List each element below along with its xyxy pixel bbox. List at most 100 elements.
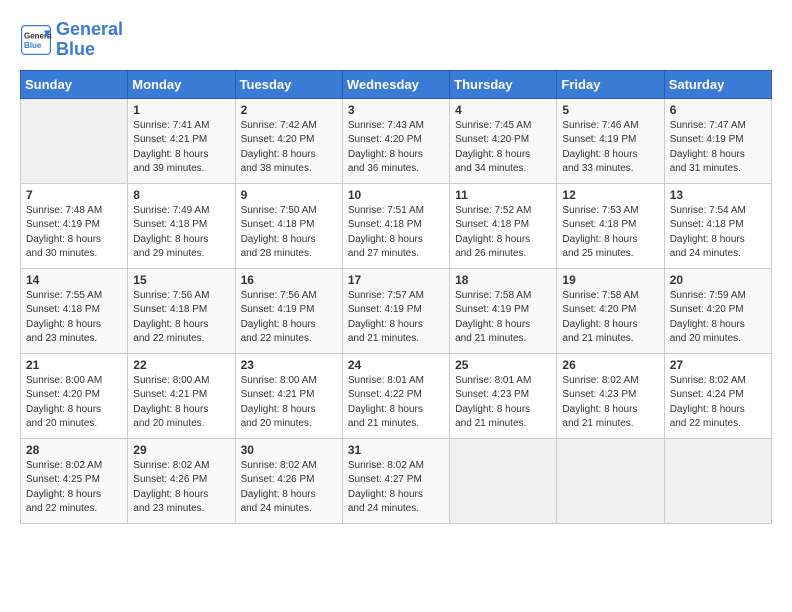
- day-info: Sunrise: 7:48 AMSunset: 4:19 PMDaylight:…: [26, 204, 122, 262]
- day-number: 21: [26, 358, 122, 372]
- calendar-cell: 16 Sunrise: 7:56 AMSunset: 4:19 PMDayligh…: [235, 268, 342, 353]
- logo-icon: General Blue: [20, 24, 52, 56]
- day-number: 28: [26, 443, 122, 457]
- calendar-cell: 30 Sunrise: 8:02 AMSunset: 4:26 PMDayligh…: [235, 438, 342, 523]
- calendar-cell: 20 Sunrise: 7:59 AMSunset: 4:20 PMDayligh…: [664, 268, 771, 353]
- day-header-monday: Monday: [128, 70, 235, 98]
- calendar-cell: 27 Sunrise: 8:02 AMSunset: 4:24 PMDayligh…: [664, 353, 771, 438]
- calendar-cell: 9 Sunrise: 7:50 AMSunset: 4:18 PMDaylight…: [235, 183, 342, 268]
- day-header-thursday: Thursday: [450, 70, 557, 98]
- calendar-cell: 11 Sunrise: 7:52 AMSunset: 4:18 PMDayligh…: [450, 183, 557, 268]
- day-info: Sunrise: 8:01 AMSunset: 4:22 PMDaylight:…: [348, 374, 444, 432]
- logo: General Blue GeneralBlue: [20, 20, 123, 60]
- day-info: Sunrise: 7:59 AMSunset: 4:20 PMDaylight:…: [670, 289, 766, 347]
- day-info: Sunrise: 8:00 AMSunset: 4:21 PMDaylight:…: [241, 374, 337, 432]
- day-number: 30: [241, 443, 337, 457]
- day-info: Sunrise: 8:02 AMSunset: 4:26 PMDaylight:…: [133, 459, 229, 517]
- day-info: Sunrise: 7:51 AMSunset: 4:18 PMDaylight:…: [348, 204, 444, 262]
- day-info: Sunrise: 8:01 AMSunset: 4:23 PMDaylight:…: [455, 374, 551, 432]
- day-number: 19: [562, 273, 658, 287]
- calendar-cell: [557, 438, 664, 523]
- day-number: 2: [241, 103, 337, 117]
- day-info: Sunrise: 7:47 AMSunset: 4:19 PMDaylight:…: [670, 119, 766, 177]
- day-number: 31: [348, 443, 444, 457]
- day-number: 26: [562, 358, 658, 372]
- calendar-cell: 24 Sunrise: 8:01 AMSunset: 4:22 PMDayligh…: [342, 353, 449, 438]
- svg-text:Blue: Blue: [24, 41, 42, 50]
- day-number: 6: [670, 103, 766, 117]
- day-info: Sunrise: 7:58 AMSunset: 4:19 PMDaylight:…: [455, 289, 551, 347]
- day-number: 20: [670, 273, 766, 287]
- day-number: 11: [455, 188, 551, 202]
- day-info: Sunrise: 7:56 AMSunset: 4:18 PMDaylight:…: [133, 289, 229, 347]
- day-info: Sunrise: 7:49 AMSunset: 4:18 PMDaylight:…: [133, 204, 229, 262]
- calendar-cell: 31 Sunrise: 8:02 AMSunset: 4:27 PMDayligh…: [342, 438, 449, 523]
- day-info: Sunrise: 7:58 AMSunset: 4:20 PMDaylight:…: [562, 289, 658, 347]
- day-number: 15: [133, 273, 229, 287]
- day-number: 14: [26, 273, 122, 287]
- calendar-week-3: 14 Sunrise: 7:55 AMSunset: 4:18 PMDayligh…: [21, 268, 772, 353]
- day-number: 24: [348, 358, 444, 372]
- day-number: 7: [26, 188, 122, 202]
- calendar-week-2: 7 Sunrise: 7:48 AMSunset: 4:19 PMDaylight…: [21, 183, 772, 268]
- page-header: General Blue GeneralBlue: [20, 20, 772, 60]
- day-number: 23: [241, 358, 337, 372]
- calendar-cell: 19 Sunrise: 7:58 AMSunset: 4:20 PMDayligh…: [557, 268, 664, 353]
- day-info: Sunrise: 7:41 AMSunset: 4:21 PMDaylight:…: [133, 119, 229, 177]
- day-info: Sunrise: 7:54 AMSunset: 4:18 PMDaylight:…: [670, 204, 766, 262]
- day-info: Sunrise: 8:02 AMSunset: 4:23 PMDaylight:…: [562, 374, 658, 432]
- day-info: Sunrise: 7:57 AMSunset: 4:19 PMDaylight:…: [348, 289, 444, 347]
- day-info: Sunrise: 7:56 AMSunset: 4:19 PMDaylight:…: [241, 289, 337, 347]
- day-number: 18: [455, 273, 551, 287]
- calendar-cell: 12Sunrise: 7:53 AMSunset: 4:18 PMDayligh…: [557, 183, 664, 268]
- calendar-cell: 18 Sunrise: 7:58 AMSunset: 4:19 PMDayligh…: [450, 268, 557, 353]
- day-info: Sunrise: 7:52 AMSunset: 4:18 PMDaylight:…: [455, 204, 551, 262]
- calendar-cell: 6 Sunrise: 7:47 AMSunset: 4:19 PMDaylight…: [664, 98, 771, 183]
- calendar-cell: 21 Sunrise: 8:00 AMSunset: 4:20 PMDayligh…: [21, 353, 128, 438]
- calendar-cell: 8 Sunrise: 7:49 AMSunset: 4:18 PMDaylight…: [128, 183, 235, 268]
- day-number: 29: [133, 443, 229, 457]
- calendar-cell: 26 Sunrise: 8:02 AMSunset: 4:23 PMDayligh…: [557, 353, 664, 438]
- day-number: 5: [562, 103, 658, 117]
- day-number: 16: [241, 273, 337, 287]
- day-info: Sunrise: 7:46 AMSunset: 4:19 PMDaylight:…: [562, 119, 658, 177]
- day-info: Sunrise: 7:43 AMSunset: 4:20 PMDaylight:…: [348, 119, 444, 177]
- day-info: Sunrise: 7:50 AMSunset: 4:18 PMDaylight:…: [241, 204, 337, 262]
- day-info: Sunrise: 8:02 AMSunset: 4:27 PMDaylight:…: [348, 459, 444, 517]
- calendar-body: 1 Sunrise: 7:41 AMSunset: 4:21 PMDaylight…: [21, 98, 772, 523]
- day-number: 1: [133, 103, 229, 117]
- day-number: 13: [670, 188, 766, 202]
- day-number: 4: [455, 103, 551, 117]
- calendar-cell: 1 Sunrise: 7:41 AMSunset: 4:21 PMDaylight…: [128, 98, 235, 183]
- day-info: Sunrise: 7:55 AMSunset: 4:18 PMDaylight:…: [26, 289, 122, 347]
- calendar-cell: 13 Sunrise: 7:54 AMSunset: 4:18 PMDayligh…: [664, 183, 771, 268]
- calendar-week-4: 21 Sunrise: 8:00 AMSunset: 4:20 PMDayligh…: [21, 353, 772, 438]
- day-info: Sunrise: 8:02 AMSunset: 4:25 PMDaylight:…: [26, 459, 122, 517]
- day-number: 10: [348, 188, 444, 202]
- calendar-cell: 2 Sunrise: 7:42 AMSunset: 4:20 PMDaylight…: [235, 98, 342, 183]
- day-number: 9: [241, 188, 337, 202]
- day-number: 22: [133, 358, 229, 372]
- calendar-week-5: 28 Sunrise: 8:02 AMSunset: 4:25 PMDayligh…: [21, 438, 772, 523]
- day-header-wednesday: Wednesday: [342, 70, 449, 98]
- day-info: Sunrise: 8:02 AMSunset: 4:24 PMDaylight:…: [670, 374, 766, 432]
- day-info: Sunrise: 7:53 AMSunset: 4:18 PMDaylight:…: [562, 204, 658, 262]
- day-info: Sunrise: 7:45 AMSunset: 4:20 PMDaylight:…: [455, 119, 551, 177]
- day-info: Sunrise: 8:02 AMSunset: 4:26 PMDaylight:…: [241, 459, 337, 517]
- calendar-week-1: 1 Sunrise: 7:41 AMSunset: 4:21 PMDaylight…: [21, 98, 772, 183]
- day-info: Sunrise: 8:00 AMSunset: 4:20 PMDaylight:…: [26, 374, 122, 432]
- day-number: 8: [133, 188, 229, 202]
- calendar-cell: 17Sunrise: 7:57 AMSunset: 4:19 PMDayligh…: [342, 268, 449, 353]
- calendar-cell: 22 Sunrise: 8:00 AMSunset: 4:21 PMDayligh…: [128, 353, 235, 438]
- calendar-cell: [450, 438, 557, 523]
- day-info: Sunrise: 8:00 AMSunset: 4:21 PMDaylight:…: [133, 374, 229, 432]
- day-header-friday: Friday: [557, 70, 664, 98]
- calendar-header: SundayMondayTuesdayWednesdayThursdayFrid…: [21, 70, 772, 98]
- day-number: 25: [455, 358, 551, 372]
- calendar-cell: 29 Sunrise: 8:02 AMSunset: 4:26 PMDayligh…: [128, 438, 235, 523]
- calendar-cell: 14 Sunrise: 7:55 AMSunset: 4:18 PMDayligh…: [21, 268, 128, 353]
- calendar-cell: 3Sunrise: 7:43 AMSunset: 4:20 PMDaylight…: [342, 98, 449, 183]
- logo-text: GeneralBlue: [56, 20, 123, 60]
- day-number: 27: [670, 358, 766, 372]
- day-info: Sunrise: 7:42 AMSunset: 4:20 PMDaylight:…: [241, 119, 337, 177]
